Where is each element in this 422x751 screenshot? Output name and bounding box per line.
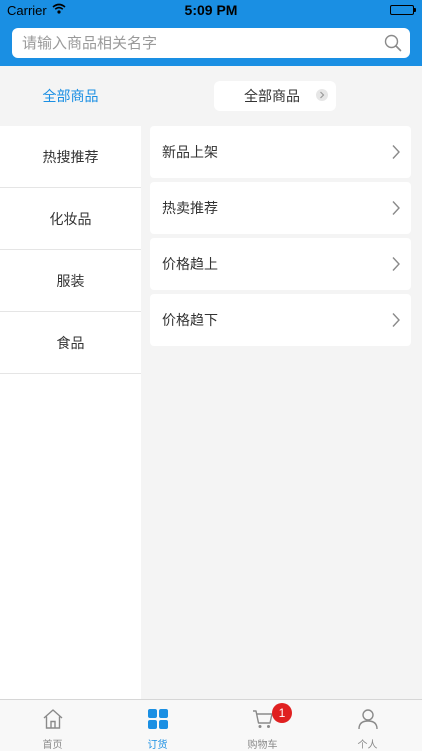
list-item-label: 新品上架: [162, 145, 218, 161]
cart-icon: [252, 708, 274, 730]
sidebar-item-label: 食品: [56, 335, 85, 352]
tab-label: 购物车: [247, 740, 278, 751]
tab-label: 首页: [42, 740, 63, 751]
chevron-right-icon: [391, 144, 401, 164]
grid-icon: [147, 708, 169, 730]
all-products-label: 全部商品: [42, 89, 99, 105]
list-item-new-arrivals[interactable]: 新品上架: [150, 126, 411, 178]
filter-dropdown[interactable]: 全部商品: [214, 81, 336, 111]
list-item-label: 热卖推荐: [162, 201, 218, 217]
tab-bar: 首页 订货 购物车 个人: [0, 699, 422, 751]
sidebar-item-hot-search[interactable]: 热搜推荐: [0, 126, 141, 188]
tab-profile[interactable]: 个人: [315, 700, 420, 751]
tab-label: 订货: [147, 740, 168, 751]
category-sidebar: 热搜推荐 化妆品 服装 食品: [0, 126, 141, 699]
tab-home[interactable]: 首页: [0, 700, 105, 751]
chevron-right-icon: [316, 89, 328, 101]
chevron-right-icon: [391, 312, 401, 332]
header-bar: Carrier 5:09 PM: [0, 0, 422, 66]
filter-label: 全部商品: [244, 89, 300, 105]
sidebar-item-cosmetics[interactable]: 化妆品: [0, 188, 141, 250]
all-products-category[interactable]: 全部商品: [0, 66, 141, 126]
search-box[interactable]: [12, 28, 410, 58]
sidebar-item-label: 服装: [56, 273, 85, 290]
list-item-hot-sales[interactable]: 热卖推荐: [150, 182, 411, 234]
chevron-right-icon: [391, 256, 401, 276]
sidebar-item-label: 化妆品: [49, 211, 92, 228]
list-item-label: 价格趋下: [162, 313, 218, 329]
sidebar-item-label: 热搜推荐: [42, 149, 99, 166]
home-icon: [42, 708, 64, 730]
sidebar-item-clothing[interactable]: 服装: [0, 250, 141, 312]
subcategory-list: 新品上架 热卖推荐 价格趋上 价格趋下: [150, 126, 411, 350]
search-icon[interactable]: [384, 34, 402, 56]
clock: 5:09 PM: [184, 2, 238, 18]
battery-icon: [390, 5, 416, 15]
cart-badge: 1: [272, 703, 292, 723]
person-icon: [357, 708, 379, 730]
list-item-price-down[interactable]: 价格趋下: [150, 294, 411, 346]
sidebar-item-food[interactable]: 食品: [0, 312, 141, 374]
tab-label: 个人: [357, 740, 378, 751]
chevron-right-icon: [391, 200, 401, 220]
list-item-label: 价格趋上: [162, 257, 218, 273]
list-item-price-up[interactable]: 价格趋上: [150, 238, 411, 290]
status-bar: Carrier 5:09 PM: [0, 0, 422, 20]
search-input[interactable]: [22, 28, 372, 58]
tab-order[interactable]: 订货: [105, 700, 210, 751]
tab-cart[interactable]: 购物车: [210, 700, 315, 751]
